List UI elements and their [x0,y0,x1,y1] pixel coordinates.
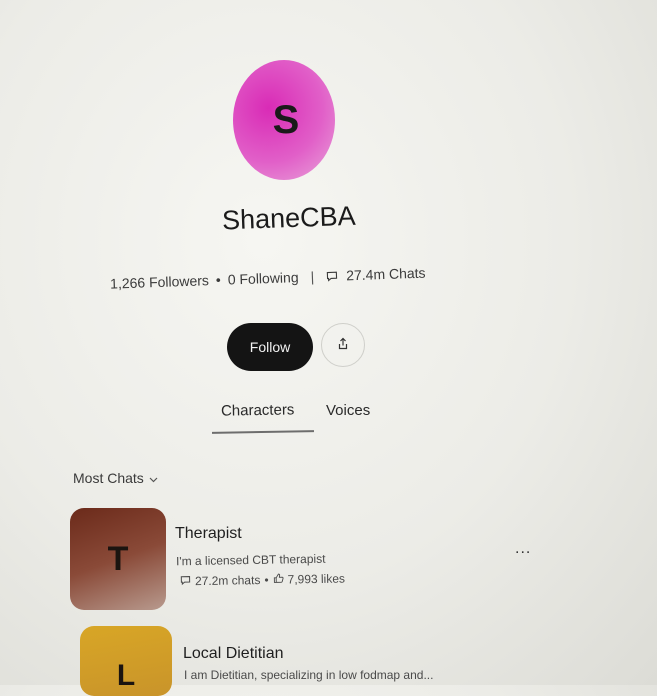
character-thumbnail[interactable]: T [70,508,166,610]
followers-count[interactable]: 1,266 Followers [110,272,209,291]
sort-dropdown[interactable]: Most Chats [73,470,158,486]
following-count[interactable]: 0 Following [227,269,298,287]
character-chat-count: 27.2m chats [194,573,261,589]
thumbs-up-icon [272,573,284,587]
character-description: I'm a licensed CBT therapist [175,551,326,569]
character-description: I am Dietitian, specializing in low fodm… [184,668,434,682]
character-name[interactable]: Local Dietitian [183,645,284,663]
character-thumbnail[interactable]: L [80,626,172,696]
character-initial: T [107,539,129,578]
separator-dot: • [264,572,269,587]
character-name[interactable]: Therapist [175,525,242,543]
character-stats: 27.2m chats • 7,993 likes [180,572,345,589]
tab-voices[interactable]: Voices [326,402,370,419]
chat-bubble-icon [326,270,338,282]
follow-button[interactable]: Follow [227,323,313,371]
separator-dot: • [215,271,222,288]
chevron-down-icon [149,470,158,486]
character-like-count: 7,993 likes [287,571,346,587]
chats-count: 27.4m Chats [345,264,426,284]
character-initial: L [116,659,136,692]
active-tab-indicator [211,430,315,434]
more-options-button[interactable]: ... [515,540,531,558]
avatar: S [233,60,335,180]
sort-label: Most Chats [73,470,144,486]
profile-page: S ShaneCBA 1,266 Followers • 0 Following… [0,0,657,696]
username: ShaneCBA [221,200,357,236]
tab-characters[interactable]: Characters [221,401,295,419]
profile-stats: 1,266 Followers • 0 Following | 27.4m Ch… [110,257,491,296]
chat-bubble-icon [180,574,191,588]
separator-bar: | [310,268,315,285]
share-button[interactable] [321,323,365,367]
avatar-letter: S [272,97,300,142]
share-icon [336,337,350,354]
